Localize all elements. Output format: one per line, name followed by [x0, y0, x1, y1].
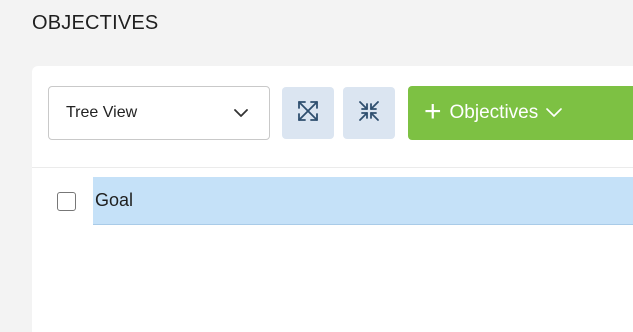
- view-select[interactable]: Tree View: [48, 86, 270, 140]
- expand-all-button[interactable]: [282, 87, 334, 139]
- tree-row-label: Goal: [95, 190, 134, 210]
- plus-icon: +: [424, 94, 442, 128]
- toolbar: Tree View + Objectives: [48, 86, 633, 140]
- add-objectives-label: Objectives: [449, 102, 539, 123]
- collapse-all-button[interactable]: [343, 87, 395, 139]
- collapse-all-icon: [357, 99, 381, 128]
- toolbar-divider: [32, 167, 633, 168]
- tree-row: Goal: [32, 176, 633, 226]
- tree-row-selected[interactable]: Goal: [93, 177, 633, 225]
- add-objectives-button[interactable]: + Objectives: [408, 86, 633, 140]
- row-checkbox[interactable]: [57, 192, 76, 211]
- objectives-panel: Tree View + Objectives Goal: [32, 66, 633, 332]
- expand-all-icon: [296, 99, 320, 128]
- chevron-down-icon: [546, 108, 563, 118]
- view-select-value: Tree View: [66, 104, 138, 121]
- chevron-down-icon: [233, 105, 249, 121]
- page-title: OBJECTIVES: [32, 12, 159, 34]
